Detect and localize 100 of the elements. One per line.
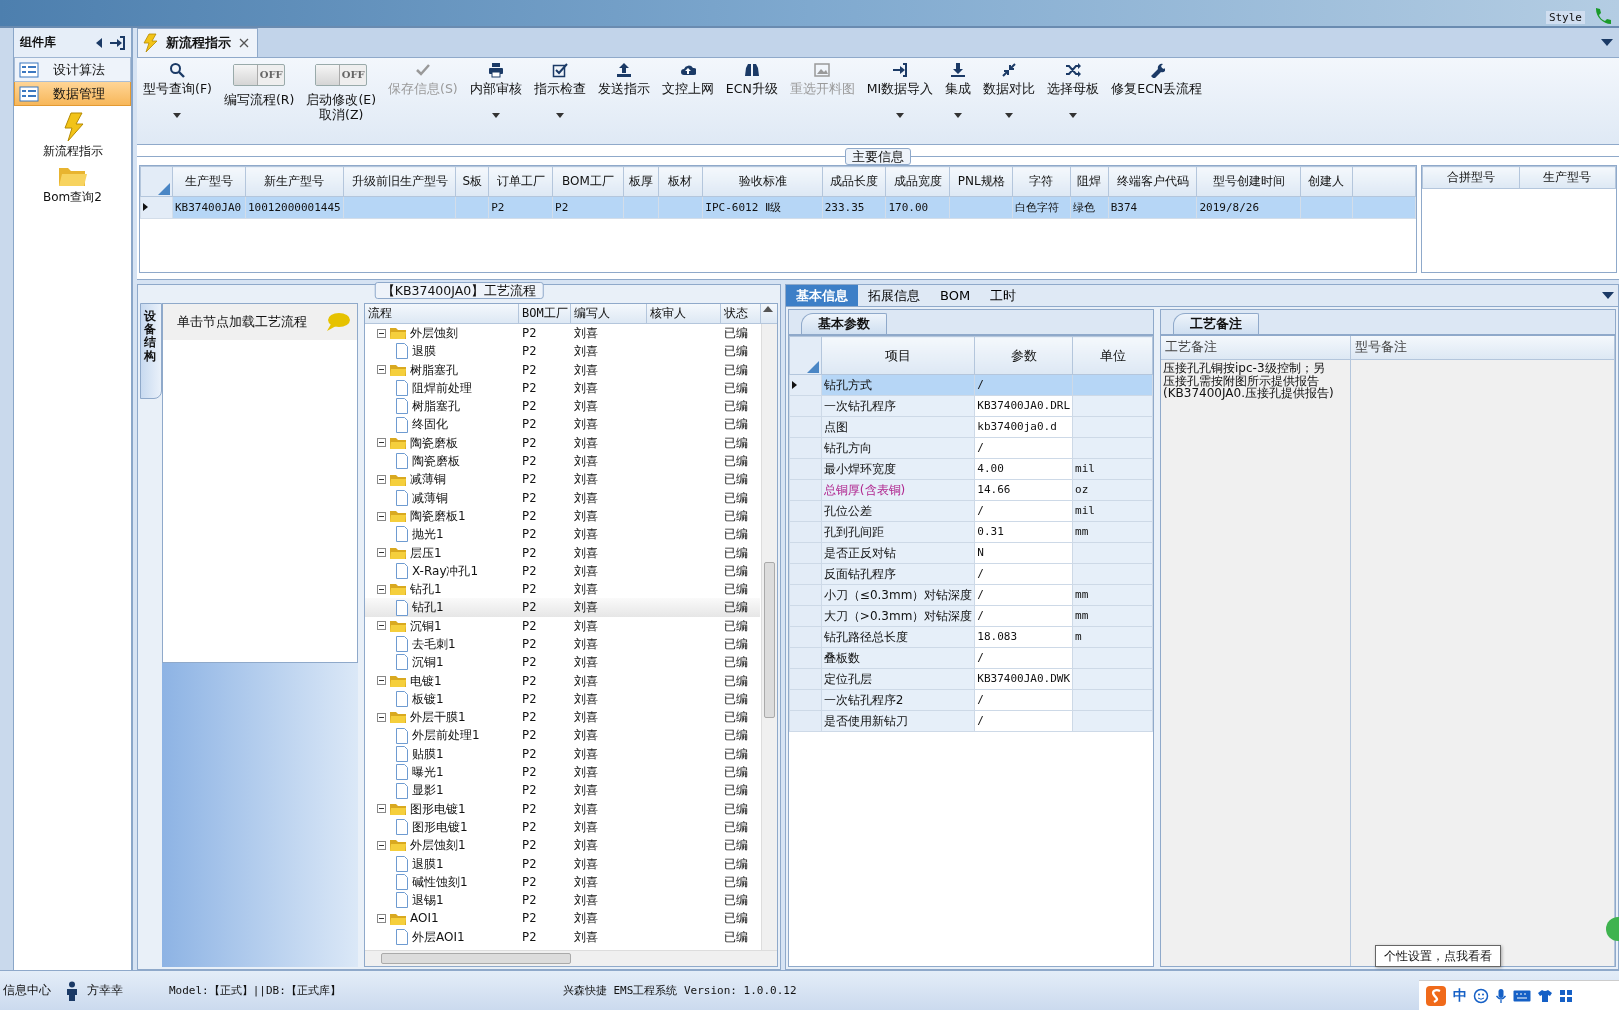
collapse-icon[interactable] bbox=[377, 328, 386, 338]
tree-node-label[interactable]: 显影1 bbox=[412, 783, 444, 798]
status-link[interactable]: 信息中心 bbox=[3, 983, 51, 998]
column-header[interactable]: BOM工厂 bbox=[552, 166, 624, 197]
tree-row[interactable]: 陶瓷磨板1 P2 刘喜 已编 bbox=[365, 506, 760, 526]
column-header[interactable]: 生产型号 bbox=[172, 166, 246, 197]
shirt-icon[interactable] bbox=[1537, 988, 1553, 1003]
collapse-icon[interactable] bbox=[377, 914, 386, 924]
table-row[interactable]: KB37400JA0 10012000001445 P2 P2 IPC-6012 Ⅱ级 233.35 170.00 白色字符 绿色 B374 2019/8/26 bbox=[140, 196, 1416, 219]
tree-node-label[interactable]: 碱性蚀刻1 bbox=[412, 874, 468, 890]
toolbar-button[interactable]: ECN升级 bbox=[719, 60, 784, 98]
table-row[interactable]: 孔到孔间距 0.31 mm bbox=[789, 521, 1153, 543]
table-row[interactable]: 叠板数 / bbox=[789, 647, 1153, 669]
tree-node-label[interactable]: 图形电镀1 bbox=[412, 819, 468, 835]
table-row[interactable]: 孔位公差 / mil bbox=[789, 500, 1153, 522]
ime-logo-icon[interactable] bbox=[1425, 984, 1447, 1007]
toolbar-button[interactable]: 选择母板 bbox=[1041, 60, 1106, 120]
tree-node-label[interactable]: 沉铜1 bbox=[412, 655, 444, 670]
tree-row[interactable]: 显影1 P2 刘喜 已编 bbox=[365, 781, 760, 800]
tree-row[interactable]: 沉铜1 P2 刘喜 已编 bbox=[365, 653, 760, 672]
tree-node-label[interactable]: 外层蚀刻1 bbox=[410, 838, 466, 853]
column-header[interactable]: 型号备注 bbox=[1351, 336, 1615, 360]
shortcut-label[interactable]: Bom查询2 bbox=[43, 190, 102, 205]
tree-row[interactable]: 减薄铜 P2 刘喜 已编 bbox=[365, 488, 760, 507]
table-row[interactable]: 钻孔方向 / bbox=[789, 437, 1153, 459]
column-header[interactable]: 编写人 bbox=[571, 304, 647, 323]
toolbar-button[interactable]: MI数据导入 bbox=[860, 60, 940, 120]
tree-node-label[interactable]: 退膜 bbox=[412, 344, 436, 359]
collapse-icon[interactable] bbox=[377, 804, 386, 814]
tree-row[interactable]: 去毛刺1 P2 刘喜 已编 bbox=[365, 635, 760, 654]
tree-row[interactable]: 退膜1 P2 刘喜 已编 bbox=[365, 854, 760, 873]
scrollbar[interactable] bbox=[365, 950, 777, 966]
tab[interactable]: 基本信息 bbox=[786, 285, 858, 306]
tree-row[interactable]: 板镀1 P2 刘喜 已编 bbox=[365, 689, 760, 709]
tree-node-label[interactable]: 终固化 bbox=[412, 417, 448, 432]
close-icon[interactable] bbox=[239, 38, 249, 48]
tree-node-label[interactable]: 板镀1 bbox=[412, 691, 444, 707]
dropdown-icon[interactable] bbox=[1602, 292, 1614, 300]
column-header[interactable]: 板材 bbox=[658, 166, 703, 197]
table-row[interactable]: 总铜厚(含表铜) 14.66 oz bbox=[789, 479, 1153, 501]
tree-node-label[interactable]: AOI1 bbox=[410, 911, 439, 926]
collapse-icon[interactable] bbox=[377, 548, 386, 558]
column-header[interactable]: 终端客户代码 bbox=[1108, 166, 1197, 197]
toolbar-button[interactable]: 发送指示 bbox=[591, 60, 656, 98]
tree-row[interactable]: 树脂塞孔 P2 刘喜 已编 bbox=[365, 397, 760, 416]
tree-node-label[interactable]: 树脂塞孔 bbox=[412, 399, 460, 414]
collapse-icon[interactable] bbox=[377, 475, 386, 484]
tree-row[interactable]: 贴膜1 P2 刘喜 已编 bbox=[365, 744, 760, 764]
table-row[interactable]: 一次钻孔程序2 / bbox=[789, 689, 1153, 711]
table-row[interactable]: 大刀（>0.3mm）对钻深度 / mm bbox=[789, 605, 1153, 627]
microphone-icon[interactable] bbox=[1495, 987, 1507, 1004]
table-row[interactable]: 是否正反对钻 N bbox=[789, 542, 1153, 564]
toggle-switch[interactable]: OFF bbox=[315, 64, 368, 86]
side-tab[interactable]: 设备结构 bbox=[140, 303, 162, 399]
tree-node-label[interactable]: 抛光1 bbox=[412, 527, 444, 542]
column-header[interactable]: 阻焊 bbox=[1070, 166, 1109, 197]
tree-node-label[interactable]: 沉铜1 bbox=[410, 618, 442, 634]
column-header[interactable]: S板 bbox=[455, 166, 489, 197]
scrollbar[interactable] bbox=[761, 324, 777, 950]
collapse-icon[interactable] bbox=[377, 621, 386, 631]
sub-tab[interactable]: 工艺备注 bbox=[1173, 313, 1259, 334]
tree-node-label[interactable]: 外层前处理1 bbox=[412, 728, 480, 743]
tree-row[interactable]: 钻孔1 P2 刘喜 已编 bbox=[365, 598, 760, 617]
tree-node-label[interactable]: 陶瓷磨板 bbox=[410, 435, 458, 451]
toolbar-button[interactable]: 指示检查 bbox=[527, 60, 592, 120]
collapse-icon[interactable] bbox=[377, 840, 386, 850]
tree-row[interactable]: 曝光1 P2 刘喜 已编 bbox=[365, 763, 760, 782]
tree-row[interactable]: 树脂塞孔 P2 刘喜 已编 bbox=[365, 360, 760, 379]
column-header[interactable]: 验收标准 bbox=[702, 166, 823, 197]
collapse-icon[interactable] bbox=[377, 584, 386, 594]
tree-row[interactable]: 终固化 P2 刘喜 已编 bbox=[365, 415, 760, 434]
tree-row[interactable]: 外层蚀刻 P2 刘喜 已编 bbox=[365, 324, 760, 343]
column-header[interactable]: PNL规格 bbox=[949, 166, 1013, 197]
table-row[interactable]: 钻孔路径总长度 18.083 m bbox=[789, 626, 1153, 648]
tree-node-label[interactable]: 贴膜1 bbox=[412, 746, 444, 762]
tree-row[interactable]: 外层AOI1 P2 刘喜 已编 bbox=[365, 927, 760, 947]
toolbar-button[interactable]: 数据对比 bbox=[977, 60, 1042, 120]
tree-node-label[interactable]: 退锡1 bbox=[412, 893, 444, 908]
toolbar-button[interactable]: 内部审核 bbox=[463, 60, 528, 120]
tree-row[interactable]: 图形电镀1 P2 刘喜 已编 bbox=[365, 818, 760, 837]
collapse-icon[interactable] bbox=[377, 511, 386, 521]
tree-node-label[interactable]: 钻孔1 bbox=[410, 582, 442, 597]
collapse-icon[interactable] bbox=[377, 676, 386, 686]
column-header[interactable]: BOM工厂 bbox=[519, 304, 571, 323]
tree-node-label[interactable]: 外层蚀刻 bbox=[410, 325, 458, 341]
column-header[interactable]: 板厚 bbox=[623, 166, 659, 197]
tab[interactable]: 拓展信息 bbox=[858, 285, 930, 306]
column-header[interactable]: 核审人 bbox=[647, 304, 721, 323]
column-header[interactable]: 单位 bbox=[1072, 336, 1153, 375]
table-row[interactable]: 是否使用新钻刀 / bbox=[789, 710, 1153, 732]
column-header[interactable]: 流程 bbox=[365, 304, 519, 323]
tree-row[interactable]: 外层蚀刻1 P2 刘喜 已编 bbox=[365, 836, 760, 855]
tree-node-label[interactable]: 电镀1 bbox=[410, 673, 442, 688]
column-header[interactable]: 成品长度 bbox=[822, 166, 886, 197]
column-header[interactable]: 合拼型号 bbox=[1422, 166, 1519, 189]
toggle-switch[interactable]: OFF bbox=[233, 64, 286, 86]
tree-row[interactable]: 阻焊前处理 P2 刘喜 已编 bbox=[365, 378, 760, 398]
tree-node-label[interactable]: 树脂塞孔 bbox=[410, 362, 458, 377]
tree-node-label[interactable]: 去毛刺1 bbox=[412, 637, 456, 652]
sub-tab[interactable]: 基本参数 bbox=[801, 313, 887, 334]
